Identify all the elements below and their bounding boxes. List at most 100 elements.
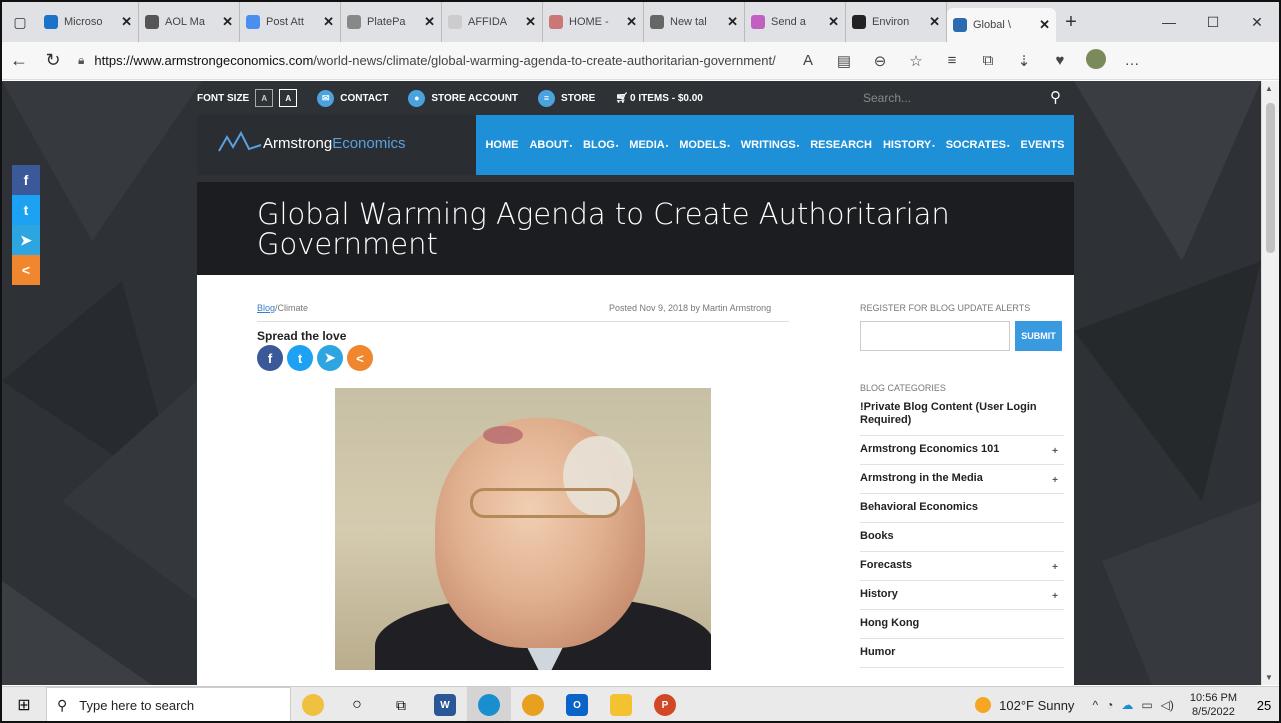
expand-plus-icon[interactable]: + <box>1052 590 1058 603</box>
tab-close-icon[interactable]: ✕ <box>828 14 839 30</box>
nav-item-models[interactable]: MODELS▪ <box>679 139 730 151</box>
nav-item-writings[interactable]: WRITINGS▪ <box>741 139 799 151</box>
tab-close-icon[interactable]: ✕ <box>727 14 738 30</box>
zoom-icon[interactable]: ⊖ <box>862 52 898 70</box>
tab-close-icon[interactable]: ✕ <box>424 14 435 30</box>
profile-avatar[interactable] <box>1078 48 1114 73</box>
submit-button[interactable]: SUBMIT <box>1015 321 1062 351</box>
browser-tab[interactable]: Microso ✕ <box>38 2 139 42</box>
tab-close-icon[interactable]: ✕ <box>121 14 132 30</box>
scroll-down-icon[interactable]: ▼ <box>1265 673 1273 682</box>
nav-item-media[interactable]: MEDIA▪ <box>629 139 668 151</box>
browser-tab[interactable]: AFFIDA ✕ <box>442 2 543 42</box>
category-item[interactable]: Armstrong Economics 101 + <box>860 436 1064 465</box>
refresh-icon[interactable]: ↻ <box>36 50 70 71</box>
volume-icon[interactable]: ◁) <box>1161 698 1174 712</box>
browser-tab[interactable]: New tal ✕ <box>644 2 745 42</box>
email-field[interactable] <box>860 321 1010 351</box>
downloads-icon[interactable]: ⇣ <box>1006 52 1042 70</box>
expand-plus-icon[interactable]: + <box>1052 445 1058 458</box>
cortana-icon[interactable]: ○ <box>335 687 379 722</box>
tray-chevron-icon[interactable]: ^ <box>1092 698 1098 712</box>
cart-link[interactable]: 🛒︎ 0 ITEMS - $0.00 <box>615 93 703 104</box>
minimize-icon[interactable]: — <box>1147 14 1191 30</box>
nav-item-home[interactable]: HOME <box>485 139 518 151</box>
task-view-icon[interactable]: ⧉ <box>379 687 423 722</box>
more-menu-icon[interactable]: … <box>1114 52 1150 69</box>
twitter-icon[interactable]: t <box>12 195 40 225</box>
widgets-icon[interactable] <box>291 687 335 722</box>
chrome-icon[interactable] <box>511 687 555 722</box>
category-item[interactable]: Behavioral Economics <box>860 494 1064 523</box>
taskbar-search-input[interactable]: ⚲ Type here to search <box>46 686 291 721</box>
site-logo[interactable]: Armstrong Economics <box>217 131 406 155</box>
clock[interactable]: 10:56 PM 8/5/2022 <box>1190 691 1237 719</box>
share-icon[interactable]: < <box>12 255 40 285</box>
font-decrease-button[interactable]: A <box>255 89 274 107</box>
tab-close-icon[interactable]: ✕ <box>525 14 536 30</box>
search-icon[interactable]: ⚲ <box>1050 88 1061 106</box>
browser-tab[interactable]: HOME - ✕ <box>543 2 644 42</box>
scrollbar-thumb[interactable] <box>1266 103 1275 253</box>
address-bar[interactable]: 🔒︎ https://www.armstrongeconomics.com/wo… <box>70 47 790 75</box>
health-icon[interactable]: ♥ <box>1042 52 1078 69</box>
facebook-icon[interactable]: f <box>12 165 40 195</box>
maximize-icon[interactable]: ☐ <box>1191 14 1235 31</box>
nav-item-socrates[interactable]: SOCRATES▪ <box>946 139 1010 151</box>
notifications-button[interactable]: 25 <box>1249 698 1279 713</box>
tab-close-icon[interactable]: ✕ <box>626 14 637 30</box>
file-explorer-icon[interactable] <box>599 687 643 722</box>
category-item[interactable]: Books <box>860 523 1064 552</box>
font-increase-button[interactable]: A <box>279 89 298 107</box>
nav-item-events[interactable]: EVENTS <box>1020 139 1064 151</box>
nav-item-history[interactable]: HISTORY▪ <box>883 139 935 151</box>
store-link[interactable]: ≡ STORE <box>538 89 595 107</box>
nav-item-blog[interactable]: BLOG▪ <box>583 139 618 151</box>
tray-app-icon[interactable]: ◔ <box>1106 698 1113 712</box>
nav-item-about[interactable]: ABOUT▪ <box>529 139 572 151</box>
back-icon[interactable]: ← <box>2 50 36 71</box>
category-item[interactable]: !Private Blog Content (User Login Requir… <box>860 401 1064 436</box>
store-account-link[interactable]: ● STORE ACCOUNT <box>408 89 518 107</box>
edge-icon[interactable] <box>467 686 511 721</box>
browser-tab[interactable]: Post Att ✕ <box>240 2 341 42</box>
telegram-share-icon[interactable]: ➤ <box>317 345 343 371</box>
tab-actions-icon[interactable]: ▢ <box>2 2 38 42</box>
category-item[interactable]: Armstrong in the Media + <box>860 465 1064 494</box>
telegram-icon[interactable]: ➤ <box>12 225 40 255</box>
contact-link[interactable]: ✉ CONTACT <box>317 89 388 107</box>
scroll-up-icon[interactable]: ▲ <box>1265 84 1273 93</box>
tab-close-icon[interactable]: ✕ <box>323 14 334 30</box>
category-item[interactable]: History + <box>860 581 1064 610</box>
powerpoint-icon[interactable]: P <box>643 687 687 722</box>
category-item[interactable]: Forecasts + <box>860 552 1064 581</box>
word-icon[interactable]: W <box>423 687 467 722</box>
browser-tab[interactable]: PlatePa ✕ <box>341 2 442 42</box>
browser-tab[interactable]: Global \ ✕ <box>947 8 1056 42</box>
new-tab-button[interactable]: + <box>1056 11 1086 34</box>
vertical-scrollbar[interactable]: ▲ ▼ <box>1261 81 1279 685</box>
browser-tab[interactable]: Environ ✕ <box>846 2 947 42</box>
twitter-share-icon[interactable]: t <box>287 345 313 371</box>
breadcrumb-blog-link[interactable]: Blog <box>257 303 275 313</box>
expand-plus-icon[interactable]: + <box>1052 561 1058 574</box>
expand-plus-icon[interactable]: + <box>1052 474 1058 487</box>
collections-icon[interactable]: ⧉ <box>970 52 1006 69</box>
tab-close-icon[interactable]: ✕ <box>1039 17 1050 33</box>
nav-item-research[interactable]: RESEARCH <box>810 139 872 151</box>
site-search-input[interactable]: Search... ⚲ <box>857 85 1067 111</box>
immersive-reader-icon[interactable]: ▤ <box>826 52 862 70</box>
weather-widget[interactable]: 102°F Sunny <box>975 697 1074 713</box>
outlook-icon[interactable]: O <box>555 687 599 722</box>
favorite-star-icon[interactable]: ☆ <box>898 52 934 70</box>
onedrive-icon[interactable]: ☁ <box>1121 698 1133 712</box>
category-item[interactable]: Hong Kong <box>860 610 1064 639</box>
more-share-icon[interactable]: < <box>347 345 373 371</box>
favorites-icon[interactable]: ≡ <box>934 52 970 69</box>
tab-close-icon[interactable]: ✕ <box>929 14 940 30</box>
close-icon[interactable]: ✕ <box>1235 14 1279 31</box>
network-icon[interactable]: ▭ <box>1141 698 1152 712</box>
tab-close-icon[interactable]: ✕ <box>222 14 233 30</box>
category-item[interactable]: Humor <box>860 639 1064 668</box>
read-aloud-icon[interactable]: A <box>790 52 826 69</box>
